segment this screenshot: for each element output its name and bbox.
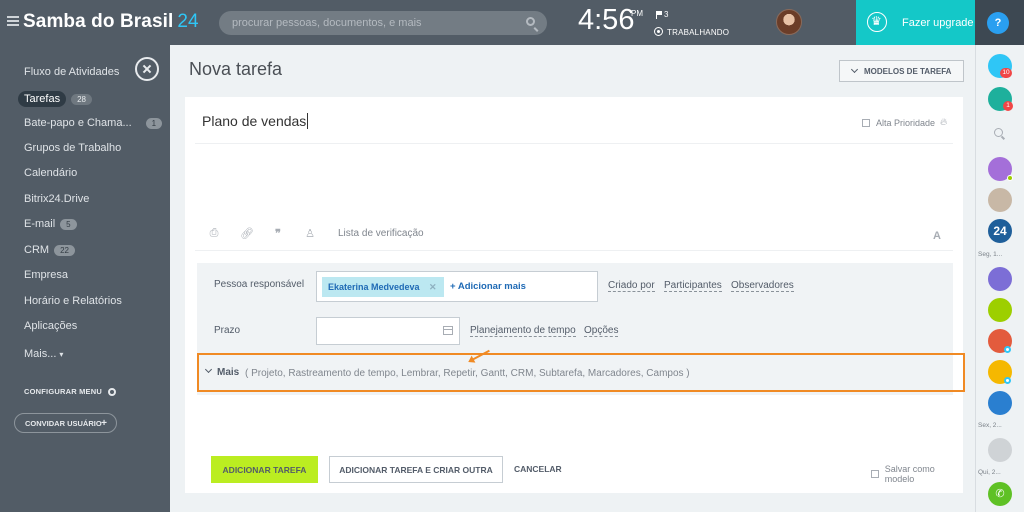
link-icon[interactable]: 🔗︎ — [240, 227, 254, 240]
sidebar-item-chat[interactable]: Bate-papo e Chama... 1 — [24, 117, 163, 129]
cancel-button[interactable]: CANCELAR — [514, 464, 562, 474]
more-options-list[interactable]: ( Projeto, Rastreamento de tempo, Lembra… — [245, 368, 690, 379]
more-options-row[interactable]: Mais ( Projeto, Rastreamento de tempo, L… — [197, 353, 965, 392]
more-label[interactable]: Mais — [217, 367, 239, 378]
page-title: Nova tarefa — [189, 59, 283, 79]
responsible-label: Pessoa responsável — [214, 279, 305, 290]
sidebar-item-workgroups[interactable]: Grupos de Trabalho — [24, 142, 121, 154]
checklist-button[interactable]: Lista de verificação — [338, 228, 424, 239]
add-task-button[interactable]: ADICIONAR TAREFA — [211, 456, 318, 483]
chat-date-label: Qui, 2... — [978, 469, 1001, 476]
crm-count-badge: 22 — [54, 244, 75, 256]
chat-date-label: Sex, 2... — [978, 422, 1002, 429]
clock-time[interactable]: 4:56 — [578, 4, 634, 37]
contact-avatar-photo[interactable] — [988, 188, 1012, 212]
task-form: Plano de vendas Alta Prioridade 🔥︎ ⎙ 🔗︎ ❞… — [185, 97, 963, 493]
high-priority-checkbox[interactable]: Alta Prioridade 🔥︎ — [862, 117, 947, 128]
task-templates-button[interactable]: MODELOS DE TAREFA — [839, 60, 964, 82]
brand-logo[interactable]: Samba do Brasil 24 — [23, 11, 199, 33]
sidebar-item-tasks[interactable]: Tarefas 28 — [18, 91, 92, 107]
options-link[interactable]: Opções — [584, 325, 619, 337]
lock-icon[interactable] — [988, 391, 1012, 415]
text-format-icon[interactable]: A — [933, 230, 941, 242]
editor-toolbar: ⎙ 🔗︎ ❞ ♙ Lista de verificação — [208, 227, 424, 240]
deadline-label: Prazo — [214, 325, 241, 336]
online-dot — [1007, 175, 1013, 181]
top-header: Samba do Brasil24 4:56 PM 3 TRABALHANDO … — [0, 0, 1024, 45]
status-ring — [1004, 377, 1011, 384]
help-button[interactable]: ? — [987, 12, 1009, 34]
quote-icon[interactable]: ❞ — [272, 227, 284, 240]
flag-count: 3 — [664, 10, 669, 19]
chat-count-badge: 1 — [145, 117, 163, 129]
close-icon[interactable] — [135, 57, 159, 81]
fire-icon: 🔥︎ — [940, 117, 948, 128]
chevron-down-icon — [204, 365, 213, 374]
caret-down-icon: ▾ — [59, 349, 64, 359]
sidebar-item-drive[interactable]: Bitrix24.Drive — [24, 193, 89, 205]
sidebar-item-activity-stream[interactable]: Fluxo de Atividades — [24, 66, 119, 78]
clock-ampm: PM — [631, 9, 643, 18]
gear-icon — [108, 388, 116, 397]
invite-user-button[interactable]: CONVIDAR USUÁRIO + — [14, 413, 117, 433]
plus-icon: + — [101, 418, 107, 429]
main-content: Nova tarefa MODELOS DE TAREFA Plano de v… — [170, 45, 975, 512]
chat-date-label: Seg, 1... — [978, 251, 1003, 258]
person-chip[interactable]: Ekaterina Medvedeva ✕ — [322, 277, 444, 297]
contact-avatar-photo[interactable] — [988, 438, 1012, 462]
save-as-template-checkbox[interactable]: Salvar como modelo — [871, 464, 963, 484]
sidebar-item-calendar[interactable]: Calendário — [24, 167, 77, 179]
megaphone-icon[interactable] — [988, 267, 1012, 291]
task-title-input[interactable]: Plano de vendas — [202, 113, 309, 129]
lock-icon[interactable] — [988, 298, 1012, 322]
email-count-badge: 5 — [60, 218, 77, 230]
divider — [195, 143, 953, 144]
crown-icon — [867, 12, 887, 32]
search-icon[interactable] — [526, 17, 535, 26]
bitrix24-icon[interactable]: 24 — [988, 219, 1012, 243]
checkbox[interactable] — [871, 470, 879, 478]
text-caret — [307, 113, 309, 129]
search-icon[interactable] — [994, 128, 1003, 137]
responsible-field[interactable]: Ekaterina Medvedeva ✕ + Adicionar mais — [316, 271, 598, 302]
checkbox[interactable] — [862, 118, 870, 127]
created-by-link[interactable]: Criado por — [608, 280, 655, 292]
left-sidebar: Fluxo de Atividades Tarefas 28 Bate-papo … — [0, 45, 170, 512]
chip-close-icon[interactable]: ✕ — [429, 277, 437, 297]
sidebar-item-crm[interactable]: CRM 22 — [24, 244, 75, 256]
divider — [195, 250, 953, 251]
phone-icon[interactable]: ✆ — [988, 482, 1012, 506]
observers-link[interactable]: Observadores — [731, 280, 794, 292]
configure-menu-button[interactable]: CONFIGURAR MENU — [24, 387, 116, 397]
chevron-down-icon — [850, 65, 859, 74]
tasks-count-badge: 28 — [71, 93, 92, 105]
notifications-badge: 10 — [1000, 68, 1012, 78]
right-sidebar: 10 1 24 Seg, 1... Sex, 2... Qui, 2... ✆ — [975, 45, 1024, 512]
sidebar-item-applications[interactable]: Aplicações — [24, 320, 77, 332]
time-planning-link[interactable]: Planejamento de tempo — [470, 325, 576, 337]
participants-link[interactable]: Participantes — [664, 280, 722, 292]
work-status-label[interactable]: TRABALHANDO — [667, 28, 729, 37]
mention-user-icon[interactable]: ♙ — [304, 227, 316, 240]
sidebar-item-email[interactable]: E-mail 5 — [24, 218, 77, 230]
status-ring — [1004, 346, 1011, 353]
sidebar-item-more[interactable]: Mais... ▾ — [24, 348, 63, 360]
deadline-input[interactable] — [316, 317, 460, 345]
add-more-link[interactable]: + Adicionar mais — [450, 281, 526, 292]
flag-icon — [656, 11, 662, 19]
sidebar-item-company[interactable]: Empresa — [24, 269, 68, 281]
calendar-icon[interactable] — [443, 326, 453, 335]
user-avatar[interactable] — [776, 9, 802, 35]
hamburger-menu-icon[interactable] — [7, 16, 19, 26]
messages-badge: 1 — [1003, 101, 1013, 111]
attach-file-icon[interactable]: ⎙ — [208, 227, 220, 240]
search-input[interactable] — [219, 11, 547, 35]
add-task-create-another-button[interactable]: ADICIONAR TAREFA E CRIAR OUTRA — [329, 456, 503, 483]
sidebar-item-time-reports[interactable]: Horário e Relatórios — [24, 295, 122, 307]
work-status-icon — [654, 27, 663, 36]
